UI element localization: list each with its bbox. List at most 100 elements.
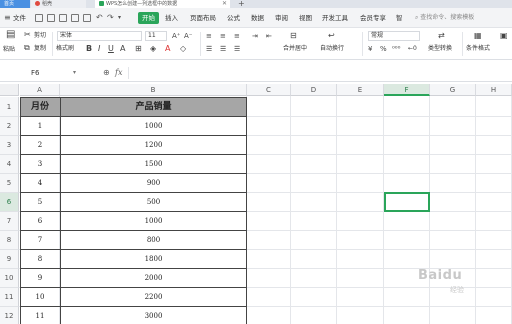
menu-page-layout[interactable]: 页面布局 [190, 12, 216, 24]
new-file-icon[interactable] [35, 14, 43, 22]
menu-insert[interactable]: 插入 [165, 12, 178, 24]
quick-access-dropdown-icon[interactable]: ▾ [118, 12, 121, 24]
print-icon[interactable] [59, 14, 67, 22]
row-header-7[interactable]: 7 [0, 212, 19, 231]
table-cell-sales[interactable]: 3000 [60, 307, 247, 324]
table-cell-sales[interactable]: 1800 [60, 250, 247, 269]
align-middle-icon[interactable]: ≡ [220, 31, 226, 41]
menu-review[interactable]: 审阅 [275, 12, 288, 24]
outdent-icon[interactable]: ⇤ [266, 31, 272, 41]
cut-button[interactable]: 剪切 [34, 32, 46, 40]
strikethrough-icon[interactable]: A [120, 44, 125, 54]
indent-icon[interactable]: ⇥ [252, 31, 258, 41]
merge-center-icon[interactable]: ⊟ [290, 31, 297, 41]
menu-formulas[interactable]: 公式 [227, 12, 240, 24]
cut-icon[interactable]: ✂ [24, 30, 31, 40]
row-header-12[interactable]: 12 [0, 307, 19, 324]
font-size-select[interactable]: 11 [145, 31, 167, 41]
tab-docer[interactable]: 稻壳 [31, 0, 86, 8]
close-tab-icon[interactable]: ✕ [222, 0, 227, 8]
table-cell-month[interactable]: 5 [20, 193, 60, 212]
column-header-f[interactable]: F [384, 84, 430, 96]
paste-button[interactable]: 粘贴 [3, 46, 15, 54]
table-cell-sales[interactable]: 2200 [60, 288, 247, 307]
paste-icon[interactable]: ▤ [6, 30, 15, 40]
menu-file[interactable]: 文件 [13, 12, 26, 24]
print-preview-icon[interactable] [71, 14, 79, 22]
bold-icon[interactable]: B [86, 44, 92, 54]
align-left-icon[interactable]: ☰ [206, 44, 212, 54]
menu-data[interactable]: 数据 [251, 12, 264, 24]
row-header-3[interactable]: 3 [0, 136, 19, 155]
column-header-e[interactable]: E [337, 84, 384, 96]
wrap-text-button[interactable]: 自动换行 [320, 45, 344, 53]
export-icon[interactable] [83, 14, 91, 22]
table-cell-sales[interactable]: 1500 [60, 155, 247, 174]
selected-cell[interactable] [384, 192, 430, 212]
menu-smart[interactable]: 智 [396, 12, 403, 24]
font-color-icon[interactable]: A [165, 44, 170, 54]
table-cell-month[interactable]: 10 [20, 288, 60, 307]
column-header-b[interactable]: B [60, 84, 247, 96]
table-cell-month[interactable]: 2 [20, 136, 60, 155]
italic-icon[interactable]: I [98, 44, 100, 54]
table-header-month[interactable]: 月份 [20, 97, 60, 117]
conditional-format-icon[interactable]: ▦ [474, 31, 482, 41]
table-cell-sales[interactable]: 1200 [60, 136, 247, 155]
save-icon[interactable] [47, 14, 55, 22]
wrap-text-icon[interactable]: ↩ [328, 31, 335, 41]
menu-member[interactable]: 会员专享 [360, 12, 386, 24]
underline-icon[interactable]: U [108, 44, 114, 54]
format-painter-button[interactable]: 格式刷 [56, 45, 74, 53]
new-tab-icon[interactable]: + [238, 0, 245, 8]
table-cell-sales[interactable]: 500 [60, 193, 247, 212]
menu-view[interactable]: 视图 [299, 12, 312, 24]
type-convert-button[interactable]: 类型转换 [428, 45, 452, 53]
cell-styles-icon[interactable]: ▣ [500, 31, 508, 41]
table-cell-month[interactable]: 8 [20, 250, 60, 269]
fill-color-icon[interactable]: ◈ [150, 44, 156, 54]
formula-input[interactable] [128, 67, 508, 79]
table-cell-sales[interactable]: 2000 [60, 269, 247, 288]
menu-developer[interactable]: 开发工具 [322, 12, 348, 24]
column-header-d[interactable]: D [291, 84, 337, 96]
percent-icon[interactable]: % [380, 44, 387, 54]
name-box[interactable]: F6 [3, 67, 78, 79]
table-cell-month[interactable]: 11 [20, 307, 60, 324]
align-right-icon[interactable]: ☰ [234, 44, 240, 54]
grow-font-icon[interactable]: A⁺ [172, 31, 180, 41]
undo-icon[interactable]: ↶ [96, 12, 103, 24]
name-box-dropdown-icon[interactable]: ▾ [73, 67, 76, 79]
tab-home[interactable]: 首页 [0, 0, 30, 8]
command-search[interactable]: ⌕ 查找命令、搜索模板 [415, 12, 495, 24]
column-header-c[interactable]: C [247, 84, 291, 96]
merge-center-button[interactable]: 合并居中 [283, 45, 307, 53]
copy-button[interactable]: 复制 [34, 45, 46, 53]
clear-format-icon[interactable]: ◇ [180, 44, 186, 54]
column-header-a[interactable]: A [20, 84, 60, 96]
conditional-format-button[interactable]: 条件格式 [466, 45, 490, 53]
table-cell-sales[interactable]: 1000 [60, 117, 247, 136]
row-header-10[interactable]: 10 [0, 269, 19, 288]
align-center-icon[interactable]: ☰ [220, 44, 226, 54]
redo-icon[interactable]: ↷ [107, 12, 114, 24]
row-header-5[interactable]: 5 [0, 174, 19, 193]
row-header-9[interactable]: 9 [0, 250, 19, 269]
type-convert-icon[interactable]: ⇄ [438, 31, 445, 41]
copy-icon[interactable]: ⧉ [24, 43, 30, 53]
align-top-icon[interactable]: ≡ [206, 31, 212, 41]
row-header-8[interactable]: 8 [0, 231, 19, 250]
table-cell-sales[interactable]: 800 [60, 231, 247, 250]
select-all-corner[interactable] [0, 84, 19, 96]
insert-function-button[interactable]: fx [115, 67, 122, 79]
increase-decimal-icon[interactable]: ←0 [408, 44, 417, 54]
zoom-lookup-icon[interactable]: ⊕ [103, 67, 110, 79]
table-cell-month[interactable]: 6 [20, 212, 60, 231]
align-bottom-icon[interactable]: ≡ [234, 31, 240, 41]
sheet-grid[interactable]: A B C D E F G H 1 2 3 4 5 6 7 8 9 10 11 12 月份 产品销量 1 1000 2 1200 3… [0, 84, 512, 324]
table-cell-month[interactable]: 3 [20, 155, 60, 174]
table-cell-month[interactable]: 1 [20, 117, 60, 136]
shrink-font-icon[interactable]: A⁻ [184, 31, 192, 41]
font-name-select[interactable]: 宋体 [57, 31, 142, 41]
thousands-icon[interactable]: ⁰⁰⁰ [392, 44, 400, 54]
